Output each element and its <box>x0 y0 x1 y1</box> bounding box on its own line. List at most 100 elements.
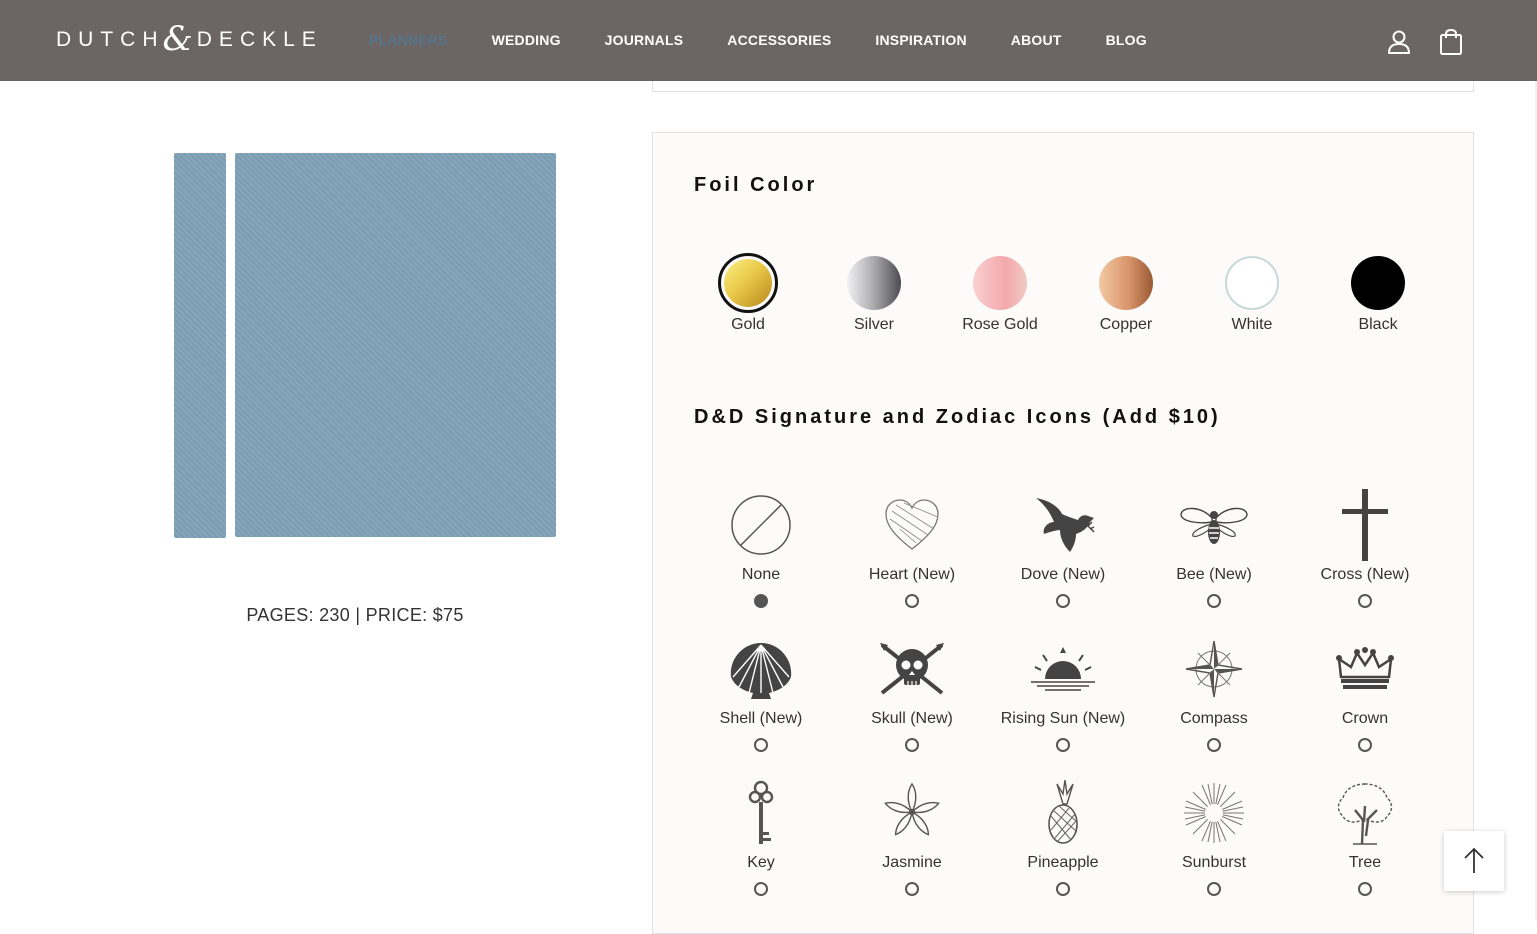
foil-option-silver[interactable]: Silver <box>824 256 924 334</box>
nav-wedding[interactable]: WEDDING <box>492 32 561 48</box>
icon-option-key[interactable]: Key <box>686 778 836 896</box>
dove-icon <box>1036 498 1095 552</box>
icon-label-compass: Compass <box>1180 710 1248 727</box>
skull-icon <box>880 643 944 695</box>
shell-icon <box>730 643 792 699</box>
foil-option-gold[interactable]: Gold <box>698 253 798 334</box>
icon-option-rising-sun[interactable]: Rising Sun (New) <box>988 634 1138 752</box>
tree-icon <box>1337 783 1393 845</box>
heart-icon <box>885 499 939 550</box>
logo-text-right: DECKLE <box>196 28 323 51</box>
foil-label-white: White <box>1231 316 1273 333</box>
icon-radio-sunburst[interactable] <box>1207 882 1221 896</box>
foil-option-copper[interactable]: Copper <box>1076 256 1176 334</box>
icon-radio-key[interactable] <box>754 882 768 896</box>
nav-about[interactable]: ABOUT <box>1011 32 1062 48</box>
icon-label-shell: Shell (New) <box>719 710 803 727</box>
foil-swatch-black[interactable] <box>1351 256 1405 310</box>
icon-radio-none[interactable] <box>754 594 768 608</box>
previous-option-panel <box>652 81 1474 92</box>
icon-label-dove: Dove (New) <box>1020 566 1106 583</box>
logo-text-left: DUTCH <box>56 28 165 51</box>
icon-label-heart: Heart (New) <box>868 566 956 583</box>
rising-sun-icon <box>1031 647 1095 691</box>
arrow-up-icon <box>1464 847 1484 873</box>
icon-option-crown[interactable]: Crown <box>1290 634 1440 752</box>
foil-swatch-white[interactable] <box>1225 256 1279 310</box>
nav-accessories[interactable]: ACCESSORIES <box>727 32 831 48</box>
icon-radio-compass[interactable] <box>1207 738 1221 752</box>
bee-icon <box>1180 507 1248 544</box>
foil-option-black[interactable]: Black <box>1328 256 1428 334</box>
logo[interactable]: DUTCH & DECKLE <box>56 19 323 59</box>
icon-label-bee: Bee (New) <box>1176 566 1252 583</box>
crown-icon <box>1336 647 1394 689</box>
icon-option-jasmine[interactable]: Jasmine <box>837 778 987 896</box>
icon-radio-pineapple[interactable] <box>1056 882 1070 896</box>
nav-planners[interactable]: PLANNERS <box>369 32 448 48</box>
icon-radio-dove[interactable] <box>1056 594 1070 608</box>
nav-journals[interactable]: JOURNALS <box>605 32 684 48</box>
icon-label-skull: Skull (New) <box>871 710 953 727</box>
jasmine-icon <box>884 782 940 836</box>
icon-radio-cross[interactable] <box>1358 594 1372 608</box>
icon-option-dove[interactable]: Dove (New) <box>988 490 1138 608</box>
site-header: DUTCH & DECKLE PLANNERS WEDDING JOURNALS… <box>0 0 1537 81</box>
compass-icon <box>1185 640 1243 698</box>
sunburst-icon <box>1184 783 1244 843</box>
icon-label-cross: Cross (New) <box>1320 566 1410 583</box>
foil-option-white[interactable]: White <box>1202 256 1302 334</box>
icon-label-tree: Tree <box>1348 854 1382 871</box>
icons-section-title: D&D Signature and Zodiac Icons (Add $10) <box>694 406 1221 428</box>
icon-radio-bee[interactable] <box>1207 594 1221 608</box>
nav-inspiration[interactable]: INSPIRATION <box>875 32 966 48</box>
icon-option-tree[interactable]: Tree <box>1290 778 1440 896</box>
nav-blog[interactable]: BLOG <box>1106 32 1147 48</box>
icon-radio-jasmine[interactable] <box>905 882 919 896</box>
icon-label-key: Key <box>747 854 775 871</box>
icon-label-crown: Crown <box>1341 710 1389 727</box>
foil-label-copper: Copper <box>1099 316 1153 333</box>
back-to-top-button[interactable] <box>1444 831 1504 891</box>
foil-color-title: Foil Color <box>694 174 818 196</box>
icon-radio-tree[interactable] <box>1358 882 1372 896</box>
cross-icon <box>1342 489 1388 561</box>
foil-label-gold: Gold <box>731 316 765 333</box>
foil-swatch-rose-gold[interactable] <box>973 256 1027 310</box>
foil-label-rose-gold: Rose Gold <box>962 316 1038 333</box>
main-nav: PLANNERS WEDDING JOURNALS ACCESSORIES IN… <box>369 32 1191 48</box>
planner-cover-image <box>235 153 556 537</box>
none-icon <box>731 495 791 555</box>
icon-option-none[interactable]: None <box>686 490 836 608</box>
options-panel: Foil Color Gold Silver Rose Gold Copper … <box>652 132 1474 934</box>
foil-label-silver: Silver <box>853 316 894 333</box>
pineapple-icon <box>1048 780 1078 844</box>
icon-option-compass[interactable]: Compass <box>1139 634 1289 752</box>
icon-option-cross[interactable]: Cross (New) <box>1290 489 1440 608</box>
icon-label-sunburst: Sunburst <box>1181 854 1247 871</box>
icon-radio-shell[interactable] <box>754 738 768 752</box>
foil-swatch-gold[interactable] <box>718 253 778 313</box>
foil-label-black: Black <box>1358 316 1398 333</box>
icon-radio-rising-sun[interactable] <box>1056 738 1070 752</box>
icon-option-pineapple[interactable]: Pineapple <box>988 778 1138 896</box>
foil-swatch-silver[interactable] <box>847 256 901 310</box>
icon-label-jasmine: Jasmine <box>882 854 942 871</box>
key-icon <box>748 780 774 844</box>
icon-option-shell[interactable]: Shell (New) <box>686 634 836 752</box>
icon-option-heart[interactable]: Heart (New) <box>837 490 987 608</box>
icon-radio-skull[interactable] <box>905 738 919 752</box>
icon-option-skull[interactable]: Skull (New) <box>837 634 987 752</box>
planner-spine-image <box>174 153 226 538</box>
foil-swatch-copper[interactable] <box>1099 256 1153 310</box>
user-icon[interactable] <box>1386 28 1412 56</box>
foil-option-rose-gold[interactable]: Rose Gold <box>950 256 1050 334</box>
icon-option-bee[interactable]: Bee (New) <box>1139 490 1289 608</box>
logo-ampersand: & <box>162 19 193 59</box>
shopping-bag-icon[interactable] <box>1438 28 1464 56</box>
icon-label-rising-sun: Rising Sun (New) <box>1000 710 1126 727</box>
product-pages-price: PAGES: 230 | PRICE: $75 <box>246 605 464 625</box>
icon-radio-crown[interactable] <box>1358 738 1372 752</box>
icon-radio-heart[interactable] <box>905 594 919 608</box>
icon-option-sunburst[interactable]: Sunburst <box>1139 778 1289 896</box>
